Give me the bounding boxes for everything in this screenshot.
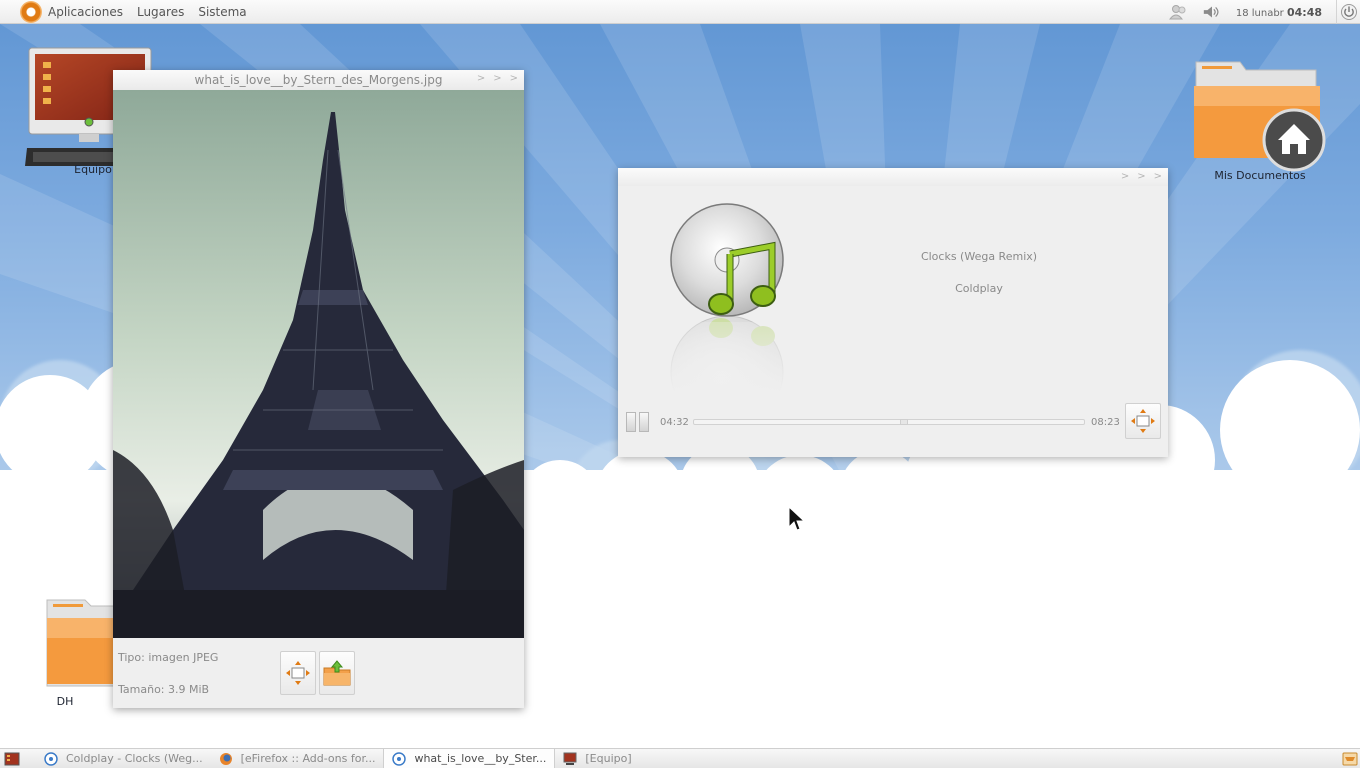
top-panel: Aplicaciones Lugares Sistema 18 lunabr 0… <box>0 0 1360 24</box>
image-viewer-icon <box>392 751 407 766</box>
task-label: [eFirefox :: Add-ons for... <box>240 752 376 765</box>
show-desktop-button[interactable] <box>2 749 22 768</box>
fullscreen-button[interactable] <box>1125 403 1161 439</box>
music-player-window: > > > Clocks (Wega Remix) Coldplay 04:32… <box>618 168 1168 457</box>
window-controls: > > > <box>1121 171 1162 182</box>
task-firefox[interactable]: [eFirefox :: Add-ons for... <box>211 749 384 768</box>
desktop-icon-mis-documentos[interactable]: Mis Documentos <box>1190 56 1330 182</box>
fullscreen-icon <box>1131 409 1155 433</box>
minimize-button[interactable]: > <box>1121 171 1129 182</box>
computer-icon <box>563 752 577 765</box>
distro-logo-icon[interactable] <box>20 0 42 23</box>
music-player-icon <box>44 751 58 766</box>
open-folder-icon <box>323 660 351 686</box>
user-status-icon[interactable] <box>1168 3 1188 21</box>
maximize-button[interactable]: > <box>1137 171 1145 182</box>
seek-handle[interactable] <box>900 419 908 425</box>
task-label: Coldplay - Clocks (Weg... <box>66 752 203 765</box>
mouse-cursor-icon <box>788 506 806 531</box>
fullscreen-button[interactable] <box>280 651 316 695</box>
image-viewer-window: what_is_love__by_Stern_des_Morgens.jpg >… <box>113 70 524 708</box>
open-folder-button[interactable] <box>319 651 355 695</box>
home-folder-icon <box>1194 61 1326 172</box>
photo-eiffel-tower[interactable] <box>113 90 524 638</box>
track-title: Clocks (Wega Remix) <box>920 250 1038 263</box>
notification-icon[interactable] <box>1342 751 1358 766</box>
close-button[interactable]: > <box>1154 171 1162 182</box>
power-icon <box>1340 4 1357 20</box>
window-controls: > > > <box>477 73 518 84</box>
image-viewer-titlebar[interactable]: what_is_love__by_Stern_des_Morgens.jpg >… <box>113 70 524 90</box>
firefox-icon <box>219 752 232 765</box>
task-label: what_is_love__by_Ster... <box>414 752 547 765</box>
elapsed-time: 04:32 <box>660 417 689 428</box>
fullscreen-icon <box>286 661 310 685</box>
image-type-label: Tipo: imagen JPEG <box>118 651 219 664</box>
system-tray: 18 lunabr 04:48 <box>1168 0 1360 24</box>
clock[interactable]: 18 lunabr 04:48 <box>1236 6 1322 19</box>
music-player-titlebar[interactable]: > > > <box>618 168 1168 186</box>
task-equipo[interactable]: [Equipo] <box>555 749 639 768</box>
window-title: what_is_love__by_Stern_des_Morgens.jpg <box>194 73 443 87</box>
maximize-button[interactable]: > <box>493 73 501 84</box>
track-artist: Coldplay <box>955 282 1003 295</box>
close-button[interactable]: > <box>510 73 518 84</box>
power-button[interactable] <box>1336 0 1360 24</box>
task-music-player[interactable]: Coldplay - Clocks (Weg... <box>36 749 211 768</box>
taskbar: Coldplay - Clocks (Weg... [eFirefox :: A… <box>0 748 1360 768</box>
total-time: 08:23 <box>1091 417 1120 428</box>
image-size-label: Tamaño: 3.9 MiB <box>118 683 210 696</box>
minimize-button[interactable]: > <box>477 73 485 84</box>
pause-icon-bar <box>639 412 649 432</box>
clock-time: 04:48 <box>1286 5 1322 19</box>
pause-icon-bar <box>626 412 636 432</box>
menu-sistema[interactable]: Sistema <box>198 5 246 19</box>
seek-bar[interactable] <box>693 419 1085 425</box>
task-label: [Equipo] <box>585 752 632 765</box>
album-art-cd-music-icon <box>666 203 792 392</box>
desktop-icon-label: DH <box>56 695 74 708</box>
menu-aplicaciones[interactable]: Aplicaciones <box>48 5 123 19</box>
volume-icon[interactable] <box>1202 3 1222 21</box>
clock-date: 18 lunabr <box>1235 7 1284 19</box>
task-image-viewer[interactable]: what_is_love__by_Ster... <box>383 748 556 768</box>
pause-button[interactable] <box>626 412 652 434</box>
show-desktop-icon <box>4 752 20 765</box>
menu-lugares[interactable]: Lugares <box>137 5 184 19</box>
